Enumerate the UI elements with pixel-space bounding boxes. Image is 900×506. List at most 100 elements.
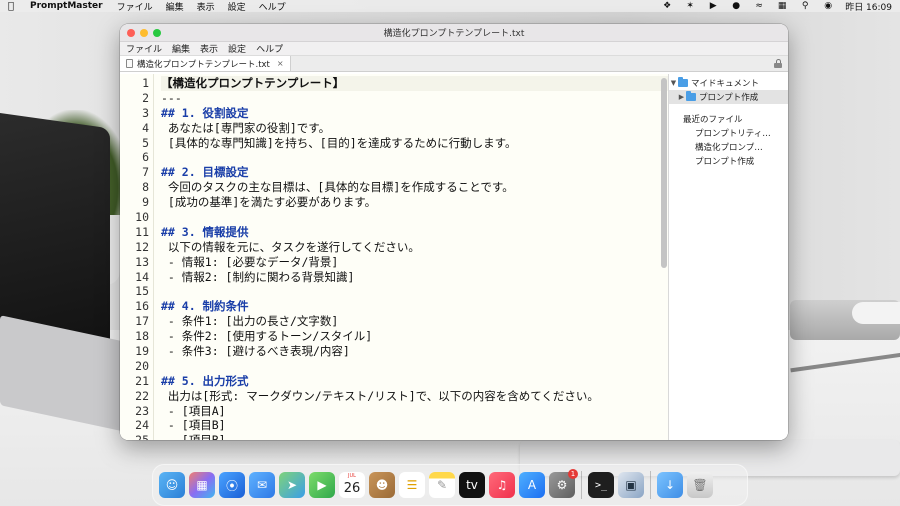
app-menu-file[interactable]: ファイル xyxy=(126,42,162,55)
editor-scrollbar[interactable] xyxy=(661,78,667,268)
line-number: 16 xyxy=(135,299,149,314)
chevron-down-icon[interactable]: ▼ xyxy=(669,79,678,87)
maps-icon[interactable]: ➤ xyxy=(279,472,305,498)
notes-icon[interactable]: ✎ xyxy=(429,472,455,498)
menubar-status-area: ❖ ✶ ▶ ● ≈ ▦ ⚲ ◉ 昨日 16:09 xyxy=(661,0,892,13)
app-menu-edit[interactable]: 編集 xyxy=(172,42,190,55)
chevron-right-icon[interactable]: ▶ xyxy=(677,93,686,101)
sidebar-recent-file[interactable]: プロンプト作成 xyxy=(669,154,788,168)
preview-icon[interactable]: ▣ xyxy=(618,472,644,498)
control-center-icon[interactable]: ▦ xyxy=(776,1,788,11)
apple-menu-icon[interactable]:  xyxy=(8,1,18,12)
contacts-icon[interactable]: ☻ xyxy=(369,472,395,498)
code-line[interactable]: ## 2. 目標設定 xyxy=(161,165,668,180)
app-menu-settings[interactable]: 設定 xyxy=(228,42,246,55)
menubar-settings[interactable]: 設定 xyxy=(228,0,246,13)
window-titlebar[interactable]: 構造化プロンプトテンプレート.txt xyxy=(120,24,788,42)
apple-tv-icon[interactable]: tv xyxy=(459,472,485,498)
editor-window: 構造化プロンプトテンプレート.txt ファイル 編集 表示 設定 ヘルプ 構造化… xyxy=(120,24,788,440)
code-line[interactable]: - [項目B] xyxy=(161,433,668,440)
code-line[interactable]: [具体的な専門知識]を持ち、[目的]を達成するために行動します。 xyxy=(161,136,668,151)
tab-active-file[interactable]: 構造化プロンプトテンプレート.txt × xyxy=(120,56,291,71)
code-line[interactable]: 【構造化プロンプトテンプレート】 xyxy=(161,76,668,91)
minimize-window-button[interactable] xyxy=(140,28,148,37)
code-line[interactable]: - [項目B] xyxy=(161,418,668,433)
code-line[interactable]: - 情報2: [制約に関わる背景知識] xyxy=(161,270,668,285)
lock-icon[interactable] xyxy=(774,59,782,68)
window-controls xyxy=(120,28,161,37)
code-line[interactable]: - [項目A] xyxy=(161,404,668,419)
menubar-app-name[interactable]: PromptMaster xyxy=(30,1,103,11)
line-number: 13 xyxy=(135,254,149,269)
code-line[interactable]: - 情報1: [必要なデータ/背景] xyxy=(161,255,668,270)
notification-badge: 1 xyxy=(568,469,578,479)
sidebar-folder-prompt[interactable]: ▶ プロンプト作成 xyxy=(669,90,788,104)
siri-icon[interactable]: ◉ xyxy=(822,1,834,11)
line-number: 19 xyxy=(135,344,149,359)
window-title: 構造化プロンプトテンプレート.txt xyxy=(383,29,525,39)
calendar-month: JUL xyxy=(348,473,356,479)
menubar-edit[interactable]: 編集 xyxy=(166,0,184,13)
account-icon[interactable]: ● xyxy=(730,1,742,11)
editor-content[interactable]: 【構造化プロンプトテンプレート】 --- ## 1. 役割設定 あなたは[専門家の役… xyxy=(153,74,668,440)
sidebar-root-folder[interactable]: ▼ マイドキュメント xyxy=(669,76,788,90)
line-number: 25 xyxy=(120,433,153,440)
line-number: 9 xyxy=(142,195,149,210)
code-line[interactable] xyxy=(161,150,668,165)
playback-icon[interactable]: ▶ xyxy=(707,1,719,11)
sidebar-folder-label: プロンプト作成 xyxy=(699,93,759,103)
sidebar-recent-file[interactable]: プロンプトリティ… xyxy=(669,126,788,140)
calendar-day: 26 xyxy=(343,480,361,496)
zoom-window-button[interactable] xyxy=(153,28,161,37)
menubar-file[interactable]: ファイル xyxy=(117,0,153,13)
tab-close-icon[interactable]: × xyxy=(277,59,284,68)
code-line[interactable]: ## 4. 制約条件 xyxy=(161,299,668,314)
code-line[interactable]: 以下の情報を元に、タスクを遂行してください。 xyxy=(161,240,668,255)
code-line[interactable]: - 条件3: [避けるべき表現/内容] xyxy=(161,344,668,359)
sidebar-recent-file[interactable]: 構造化プロンプ… xyxy=(669,140,788,154)
system-settings-icon[interactable]: ⚙ 1 xyxy=(549,469,578,498)
spotlight-search-icon[interactable]: ⚲ xyxy=(799,1,811,11)
code-line[interactable]: --- xyxy=(161,91,668,106)
facetime-icon[interactable]: ▶ xyxy=(309,472,335,498)
line-number: 22 xyxy=(135,388,149,403)
menubar-view[interactable]: 表示 xyxy=(197,0,215,13)
calendar-icon[interactable]: JUL 26 xyxy=(339,472,365,498)
reminders-icon[interactable]: ☰ xyxy=(399,472,425,498)
menubar-clock[interactable]: 昨日 16:09 xyxy=(845,0,892,13)
app-menu-view[interactable]: 表示 xyxy=(200,42,218,55)
document-icon xyxy=(126,59,133,68)
menubar-help[interactable]: ヘルプ xyxy=(259,0,286,13)
app-menu-help[interactable]: ヘルプ xyxy=(256,42,283,55)
mail-icon[interactable]: ✉ xyxy=(249,472,275,498)
code-line[interactable]: あなたは[専門家の役割]です。 xyxy=(161,121,668,136)
dropbox-icon[interactable]: ❖ xyxy=(661,1,673,11)
sidebar-recent-header: 最近のファイル xyxy=(683,115,743,125)
code-line[interactable] xyxy=(161,284,668,299)
code-line[interactable] xyxy=(161,210,668,225)
finder-icon[interactable]: ☺ xyxy=(159,472,185,498)
code-line[interactable]: - 条件2: [使用するトーン/スタイル] xyxy=(161,329,668,344)
code-line[interactable] xyxy=(161,359,668,374)
code-line[interactable]: ## 3. 情報提供 xyxy=(161,225,668,240)
line-number: 21 xyxy=(135,373,149,388)
code-line[interactable]: 出力は[形式: マークダウン/テキスト/リスト]で、以下の内容を含めてください。 xyxy=(161,389,668,404)
code-line[interactable]: [成功の基準]を満たす必要があります。 xyxy=(161,195,668,210)
code-line[interactable]: ## 5. 出力形式 xyxy=(161,374,668,389)
code-line[interactable]: - 条件1: [出力の長さ/文字数] xyxy=(161,314,668,329)
bluetooth-icon[interactable]: ✶ xyxy=(684,1,696,11)
code-line[interactable]: ## 1. 役割設定 xyxy=(161,106,668,121)
safari-icon[interactable]: ⦿ xyxy=(219,472,245,498)
text-editor[interactable]: 1234567891011121314151617181920212223242… xyxy=(120,74,668,440)
app-store-icon[interactable]: A xyxy=(519,472,545,498)
trash-icon[interactable]: 🗑 xyxy=(687,472,713,498)
dock-separator xyxy=(650,471,651,499)
code-line[interactable]: 今回のタスクの主な目標は、[具体的な目標]を作成することです。 xyxy=(161,180,668,195)
terminal-icon[interactable]: >_ xyxy=(588,472,614,498)
wifi-icon[interactable]: ≈ xyxy=(753,1,765,11)
music-icon[interactable]: ♫ xyxy=(489,472,515,498)
launchpad-icon[interactable]: ▦ xyxy=(189,472,215,498)
downloads-folder-icon[interactable]: ↓ xyxy=(657,472,683,498)
dock-separator xyxy=(581,471,582,499)
close-window-button[interactable] xyxy=(127,28,135,37)
